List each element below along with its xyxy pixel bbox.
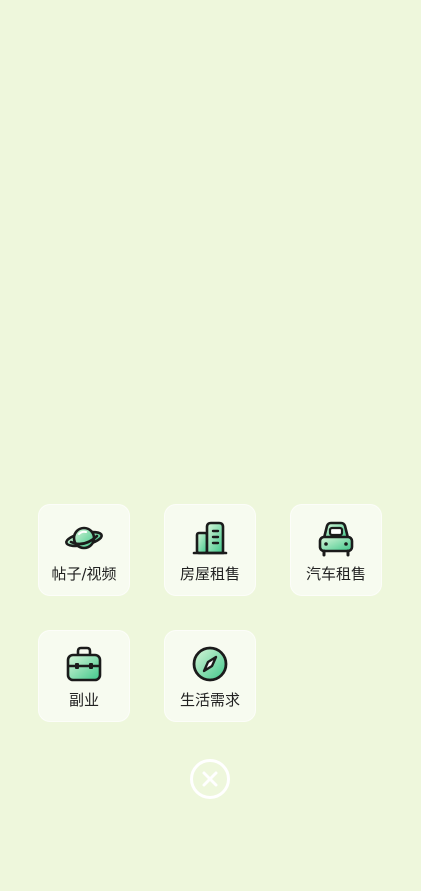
menu-item-label: 汽车租售 xyxy=(305,565,366,583)
building-icon xyxy=(192,521,228,555)
menu-item-life-needs[interactable]: 生活需求 xyxy=(164,630,256,722)
close-button[interactable] xyxy=(190,759,230,799)
briefcase-icon xyxy=(66,646,102,682)
menu-item-house-rental[interactable]: 房屋租售 xyxy=(164,504,256,596)
menu-item-label: 生活需求 xyxy=(179,691,240,709)
menu-item-posts-video[interactable]: 帖子/视频 xyxy=(38,504,130,596)
menu-item-label: 帖子/视频 xyxy=(51,565,117,583)
menu-item-side-job[interactable]: 副业 xyxy=(38,630,130,722)
menu-item-car-rental[interactable]: 汽车租售 xyxy=(290,504,382,596)
compass-icon xyxy=(192,646,228,682)
planet-icon xyxy=(65,526,103,550)
menu-item-label: 房屋租售 xyxy=(179,565,240,583)
menu-item-label: 副业 xyxy=(68,691,99,709)
car-icon xyxy=(318,521,354,557)
close-icon xyxy=(202,771,218,787)
